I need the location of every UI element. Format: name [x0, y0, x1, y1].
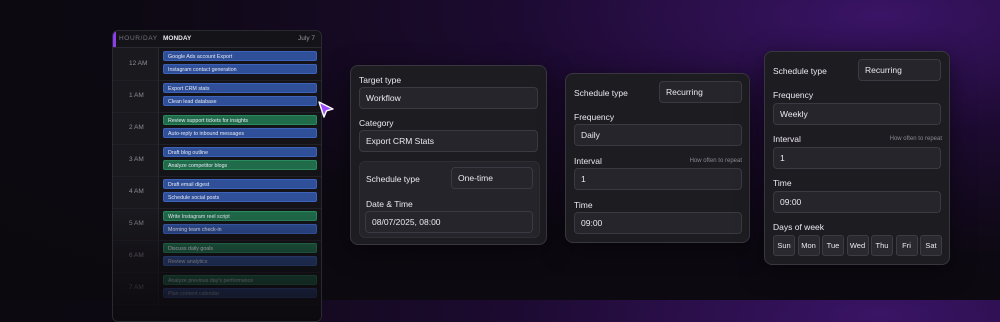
calendar-event[interactable]: Analyze competitor blogs: [163, 160, 317, 170]
schedule-type-label: Schedule type: [366, 174, 420, 184]
day-toggle-wed[interactable]: Wed: [846, 235, 869, 256]
target-type-field[interactable]: Workflow: [359, 87, 538, 109]
schedule-settings-group: Schedule type One-time Date & Time 08/07…: [359, 161, 540, 238]
frequency-label: Frequency: [773, 90, 814, 100]
calendar-event[interactable]: Instagram contact generation: [163, 64, 317, 74]
schedule-type-select[interactable]: Recurring: [858, 59, 941, 81]
cursor-arrow-icon: [318, 101, 334, 118]
interval-label: Interval: [574, 156, 602, 166]
calendar-event[interactable]: Schedule social posts: [163, 192, 317, 202]
day-toggle-thu[interactable]: Thu: [871, 235, 893, 256]
interval-label: Interval: [773, 134, 801, 144]
time-input[interactable]: 09:00: [574, 212, 742, 234]
interval-input[interactable]: 1: [574, 168, 742, 190]
schedule-panel-recurring-daily: Schedule type Recurring Frequency Daily …: [565, 73, 750, 243]
calendar-event[interactable]: Export CRM stats: [163, 83, 317, 93]
day-label: MONDAY: [163, 35, 192, 42]
calendar-event[interactable]: Draft email digest: [163, 179, 317, 189]
datetime-label: Date & Time: [366, 199, 413, 209]
calendar-header: HOUR/DAY MONDAY July 7: [113, 31, 321, 48]
interval-input[interactable]: 1: [773, 147, 941, 169]
calendar-day-view: HOUR/DAY MONDAY July 7 12 AM 1 AM 2 AM 3 AM…: [112, 30, 322, 322]
schedule-type-label: Schedule type: [574, 88, 628, 98]
days-of-week-picker: Sun Mon Tue Wed Thu Fri Sat: [773, 235, 942, 256]
days-of-week-label: Days of week: [773, 222, 825, 232]
schedule-panel-recurring-weekly: Schedule type Recurring Frequency Weekly…: [764, 51, 950, 265]
datetime-input[interactable]: 08/07/2025, 08:00: [365, 211, 533, 233]
hour-day-label: HOUR/DAY: [119, 35, 158, 42]
date-label: July 7: [298, 35, 315, 42]
day-toggle-sun[interactable]: Sun: [773, 235, 795, 256]
schedule-type-select[interactable]: Recurring: [659, 81, 742, 103]
day-toggle-fri[interactable]: Fri: [895, 235, 918, 256]
time-label: Time: [574, 200, 593, 210]
frequency-select[interactable]: Daily: [574, 124, 742, 146]
calendar-event[interactable]: Google Ads account Export: [163, 51, 317, 61]
interval-hint: How often to repeat: [689, 158, 742, 164]
frequency-label: Frequency: [574, 112, 615, 122]
interval-hint: How often to repeat: [889, 136, 942, 142]
calendar-event[interactable]: Clean lead database: [163, 96, 317, 106]
schedule-panel-one-time: Target type Workflow Category Export CRM…: [350, 65, 547, 245]
schedule-type-label: Schedule type: [773, 66, 827, 76]
target-type-label: Target type: [359, 75, 402, 85]
category-field[interactable]: Export CRM Stats: [359, 130, 538, 152]
time-label: Time: [773, 178, 792, 188]
schedule-type-select[interactable]: One-time: [451, 167, 533, 189]
calendar-fade-overlay: [113, 211, 321, 321]
time-input[interactable]: 09:00: [773, 191, 941, 213]
day-toggle-mon[interactable]: Mon: [797, 235, 820, 256]
calendar-accent-bar: [113, 31, 116, 47]
category-label: Category: [359, 118, 394, 128]
day-toggle-sat[interactable]: Sat: [920, 235, 942, 256]
calendar-event[interactable]: Auto-reply to inbound messages: [163, 128, 317, 138]
calendar-event[interactable]: Draft blog outline: [163, 147, 317, 157]
frequency-select[interactable]: Weekly: [773, 103, 941, 125]
day-toggle-tue[interactable]: Tue: [822, 235, 844, 256]
calendar-event[interactable]: Review support tickets for insights: [163, 115, 317, 125]
